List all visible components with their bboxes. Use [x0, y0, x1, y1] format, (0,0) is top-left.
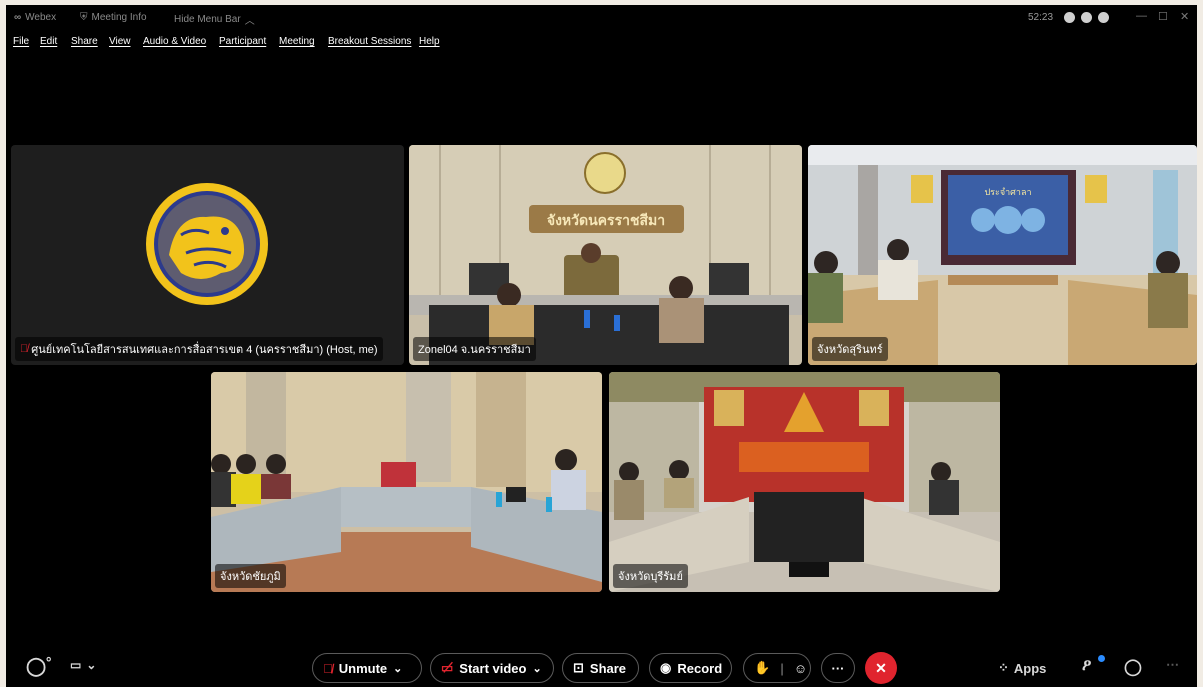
more-options-button[interactable]: ···	[821, 653, 855, 683]
chevron-down-icon: ⌄	[86, 658, 97, 672]
menu-view[interactable]: View	[109, 36, 131, 47]
close-window-icon[interactable]: ✕	[1180, 10, 1189, 23]
webex-window: ∞ Webex ⛨ Meeting Info Hide Menu Bar ︿ 5…	[6, 5, 1197, 687]
record-icon: ◉	[660, 660, 672, 675]
participants-button[interactable]: ዖ	[1082, 655, 1105, 675]
notification-dot	[1098, 655, 1105, 662]
meeting-info-button[interactable]: ⛨ Meeting Info	[80, 12, 147, 23]
participant-name: ศูนย์เทคโนโลยีสารสนเทศและการสื่อสารเขต 4…	[31, 344, 378, 356]
tile-label: จังหวัดชัยภูมิ	[215, 564, 286, 588]
room-banner-text: ประจำศาลา	[984, 187, 1031, 198]
chevron-down-icon: ⌄	[393, 662, 403, 675]
maximize-icon[interactable]: ☐	[1158, 10, 1168, 23]
menu-participant[interactable]: Participant	[219, 36, 266, 47]
close-icon: ✕	[875, 659, 887, 676]
menu-meeting[interactable]: Meeting	[279, 36, 315, 47]
webex-logo-icon: ∞	[14, 12, 22, 23]
divider: |	[780, 660, 784, 676]
start-video-button[interactable]: ▭̸ Start video ⌄	[430, 653, 554, 683]
apps-grid-icon: ⁘	[998, 660, 1009, 675]
raise-hand-icon[interactable]: ✋	[754, 660, 770, 676]
chevron-down-icon: ⌄	[532, 662, 542, 675]
meeting-room-video	[211, 372, 602, 592]
menu-edit[interactable]: Edit	[40, 36, 57, 47]
title-bar: ∞ Webex ⛨ Meeting Info Hide Menu Bar ︿ 5…	[6, 5, 1197, 31]
emoji-reaction-icon[interactable]: ☺	[794, 661, 807, 676]
video-tile-host[interactable]: 🎙̸ ศูนย์เทคโนโลยีสารสนเทศและการสื่อสารเข…	[11, 145, 404, 365]
record-label: Record	[677, 660, 723, 676]
record-button[interactable]: ◉ Record	[649, 653, 732, 683]
minimize-icon[interactable]: —	[1136, 10, 1147, 22]
hide-menu-label: Hide Menu Bar	[174, 14, 241, 25]
menu-help[interactable]: Help	[419, 36, 440, 47]
menu-audio-video[interactable]: Audio & Video	[143, 36, 206, 47]
video-tile-chaiyaphum[interactable]: จังหวัดชัยภูมิ	[211, 372, 602, 592]
tile-label: 🎙̸ ศูนย์เทคโนโลยีสารสนเทศและการสื่อสารเข…	[15, 337, 383, 361]
menu-file[interactable]: File	[13, 36, 29, 47]
meeting-timer: 52:23	[1028, 12, 1053, 23]
video-tile-surin[interactable]: ประจำศาลา จังหวัดสุรินทร์	[808, 145, 1197, 365]
share-label: Share	[589, 660, 627, 676]
meeting-room-video: ประจำศาลา	[808, 145, 1197, 365]
video-tile-buriram[interactable]: จังหวัดบุรีรัมย์	[609, 372, 1000, 592]
room-banner-text: จังหวัดนครราชสีมา	[547, 213, 665, 229]
more-label: ···	[831, 660, 845, 676]
tile-label: จังหวัดสุรินทร์	[812, 337, 888, 361]
menu-breakout-sessions[interactable]: Breakout Sessions	[328, 36, 411, 47]
menu-bar: File Edit Share View Audio & Video Parti…	[6, 35, 1197, 51]
more-dots-icon: ⋯	[1166, 657, 1179, 672]
app-title: ∞ Webex	[14, 12, 56, 23]
share-screen-icon: ⊡	[573, 660, 584, 675]
tile-label: จังหวัดบุรีรัมย์	[613, 564, 688, 588]
participants-icon: ዖ	[1082, 657, 1092, 674]
participant-name: จังหวัดชัยภูมิ	[220, 571, 281, 583]
video-off-icon: ▭̸	[441, 660, 454, 675]
network-status-icon[interactable]	[1098, 12, 1109, 23]
host-seal-logo	[146, 183, 268, 305]
video-tile-zone04[interactable]: จังหวัดนครราชสีมา Zonel04 จ.นครราชสีมา	[409, 145, 802, 365]
connect-device-icon[interactable]: ◯˚	[26, 656, 52, 677]
tile-label: Zonel04 จ.นครราชสีมา	[413, 337, 536, 361]
more-panels-button[interactable]: ⋯	[1166, 657, 1179, 673]
chat-bubble-icon: ◯	[1124, 659, 1142, 676]
layout-status-icon[interactable]	[1081, 12, 1092, 23]
participant-name: จังหวัดบุรีรัมย์	[618, 571, 683, 583]
start-video-label: Start video	[459, 660, 527, 676]
unmute-label: Unmute	[338, 660, 388, 676]
reactions-group: ✋ | ☺	[743, 653, 811, 683]
chat-button[interactable]: ◯	[1124, 657, 1142, 677]
hide-menu-bar-button[interactable]: Hide Menu Bar ︿	[174, 12, 255, 27]
menu-share[interactable]: Share	[71, 36, 98, 47]
captions-button[interactable]: ▭ ⌄	[70, 658, 96, 672]
status-icons	[1064, 12, 1109, 23]
participant-name: Zonel04 จ.นครราชสีมา	[418, 344, 531, 356]
apps-label: Apps	[1013, 660, 1047, 676]
timer-text: 52:23	[1028, 12, 1054, 23]
shield-icon: ⛨	[80, 12, 88, 23]
unmute-button[interactable]: 🎙̸ Unmute ⌄	[312, 653, 422, 683]
app-name: Webex	[25, 12, 57, 23]
end-call-button[interactable]: ✕	[865, 652, 897, 684]
captions-icon: ▭	[70, 658, 82, 672]
muted-mic-icon: 🎙̸	[323, 660, 333, 676]
meeting-room-video: จังหวัดนครราชสีมา	[409, 145, 802, 365]
muted-mic-icon: 🎙̸	[20, 343, 29, 355]
participant-name: จังหวัดสุรินทร์	[817, 344, 883, 356]
chevron-up-icon: ︿	[244, 16, 255, 27]
apps-button[interactable]: ⁘ Apps	[998, 660, 1046, 676]
pause-status-icon[interactable]	[1064, 12, 1075, 23]
meeting-room-video	[609, 372, 1000, 592]
share-button[interactable]: ⊡ Share	[562, 653, 639, 683]
meeting-info-label: Meeting Info	[91, 12, 147, 23]
